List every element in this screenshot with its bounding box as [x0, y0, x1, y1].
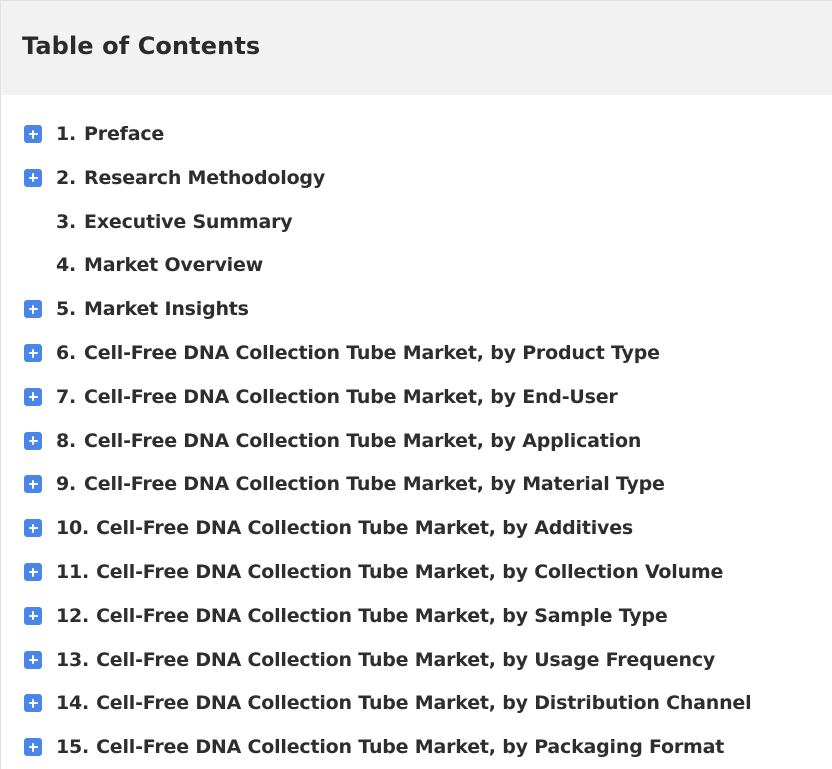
- toc-item-number: 9.: [56, 473, 77, 496]
- toc-item-label[interactable]: 11. Cell-Free DNA Collection Tube Market,…: [56, 561, 723, 583]
- toc-item-title: Cell-Free DNA Collection Tube Market, by…: [96, 648, 716, 671]
- toc-item-number: 6.: [56, 342, 77, 364]
- toc-item-number: 3.: [56, 210, 77, 233]
- toc-item-label[interactable]: 15. Cell-Free DNA Collection Tube Market,…: [56, 736, 724, 758]
- plus-square-icon[interactable]: [24, 563, 42, 581]
- plus-square-icon[interactable]: [24, 650, 42, 669]
- toc-item[interactable]: 5. Market Insights: [1, 287, 832, 331]
- toc-item-number: 2.: [56, 166, 77, 189]
- toc-item-number: 4.: [56, 254, 77, 277]
- toc-item-label[interactable]: 2. Research Methodology: [56, 167, 325, 189]
- toc-item-title: Market Insights: [84, 298, 249, 321]
- toc-item[interactable]: 12. Cell-Free DNA Collection Tube Market,…: [1, 594, 832, 638]
- toc-item-number: 5.: [56, 298, 77, 321]
- toc-item[interactable]: 9. Cell-Free DNA Collection Tube Market, …: [1, 462, 832, 506]
- plus-square-icon[interactable]: [24, 738, 42, 757]
- toc-item-number: 13.: [56, 648, 90, 671]
- toc-item-title: Cell-Free DNA Collection Tube Market, by…: [96, 561, 724, 583]
- toc-item-label[interactable]: 6. Cell-Free DNA Collection Tube Market, …: [56, 342, 660, 364]
- toc-item[interactable]: 11. Cell-Free DNA Collection Tube Market,…: [1, 550, 832, 594]
- plus-square-icon[interactable]: [24, 475, 42, 494]
- toc-item-label[interactable]: 4. Market Overview: [56, 254, 263, 276]
- toc-item-title: Cell-Free DNA Collection Tube Market, by…: [96, 692, 752, 715]
- toc-item-label[interactable]: 12. Cell-Free DNA Collection Tube Market,…: [56, 605, 668, 627]
- table-of-contents-panel: Table of Contents 1. Preface 2. Research Me…: [0, 0, 832, 769]
- toc-item-title: Market Overview: [84, 254, 263, 277]
- toc-item-number: 12.: [56, 604, 90, 627]
- toc-item[interactable]: 3. Executive Summary: [1, 200, 832, 244]
- toc-item-title: Cell-Free DNA Collection Tube Market, by…: [96, 517, 633, 540]
- toc-item-title: Executive Summary: [84, 210, 293, 233]
- plus-square-icon[interactable]: [24, 694, 42, 713]
- toc-item[interactable]: 1. Preface: [1, 112, 832, 156]
- toc-item-number: 15.: [56, 736, 90, 759]
- toc-item-label[interactable]: 7. Cell-Free DNA Collection Tube Market, …: [56, 386, 618, 408]
- toc-item-number: 10.: [56, 517, 90, 540]
- toc-item[interactable]: 2. Research Methodology: [1, 156, 832, 200]
- plus-square-icon[interactable]: [24, 125, 42, 143]
- toc-title: Table of Contents: [22, 32, 261, 60]
- toc-item-title: Cell-Free DNA Collection Tube Market, by…: [96, 736, 725, 759]
- toc-item[interactable]: 14. Cell-Free DNA Collection Tube Market,…: [1, 681, 832, 725]
- toc-item-label[interactable]: 9. Cell-Free DNA Collection Tube Market, …: [56, 473, 665, 495]
- plus-square-icon[interactable]: [24, 300, 42, 319]
- toc-item-label[interactable]: 5. Market Insights: [56, 298, 249, 320]
- toc-item-title: Cell-Free DNA Collection Tube Market, by…: [96, 604, 668, 627]
- plus-square-icon[interactable]: [24, 606, 42, 625]
- toc-item-label[interactable]: 10. Cell-Free DNA Collection Tube Market,…: [56, 517, 633, 539]
- toc-item-number: 8.: [56, 429, 77, 452]
- toc-item-title: Cell-Free DNA Collection Tube Market, by…: [84, 342, 660, 364]
- toc-item[interactable]: 6. Cell-Free DNA Collection Tube Market, …: [1, 331, 832, 375]
- toc-item-label[interactable]: 3. Executive Summary: [56, 210, 293, 233]
- toc-header: Table of Contents: [1, 1, 832, 95]
- toc-item-title: Cell-Free DNA Collection Tube Market, by…: [84, 385, 618, 408]
- toc-item[interactable]: 10. Cell-Free DNA Collection Tube Market,…: [1, 506, 832, 550]
- plus-square-icon[interactable]: [24, 387, 42, 406]
- toc-item-number: 7.: [56, 385, 77, 408]
- toc-item-title: Cell-Free DNA Collection Tube Market, by…: [84, 473, 665, 496]
- toc-item-label[interactable]: 1. Preface: [56, 123, 164, 145]
- toc-item-number: 1.: [56, 123, 77, 145]
- toc-item[interactable]: 13. Cell-Free DNA Collection Tube Market,…: [1, 638, 832, 682]
- plus-square-icon[interactable]: [24, 519, 42, 538]
- toc-item-number: 11.: [56, 561, 90, 583]
- toc-item[interactable]: 8. Cell-Free DNA Collection Tube Market, …: [1, 419, 832, 463]
- toc-item-label[interactable]: 8. Cell-Free DNA Collection Tube Market, …: [56, 430, 641, 452]
- plus-square-icon[interactable]: [24, 431, 42, 450]
- toc-item-title: Preface: [84, 123, 165, 145]
- toc-item[interactable]: 4. Market Overview: [1, 243, 832, 287]
- toc-item-number: 14.: [56, 692, 90, 715]
- plus-square-icon[interactable]: [24, 168, 42, 187]
- toc-item[interactable]: 7. Cell-Free DNA Collection Tube Market, …: [1, 375, 832, 419]
- toc-item-title: Research Methodology: [84, 166, 326, 189]
- toc-item[interactable]: 15. Cell-Free DNA Collection Tube Market,…: [1, 725, 832, 769]
- toc-item-label[interactable]: 13. Cell-Free DNA Collection Tube Market,…: [56, 649, 715, 671]
- toc-item-label[interactable]: 14. Cell-Free DNA Collection Tube Market,…: [56, 692, 752, 715]
- toc-item-title: Cell-Free DNA Collection Tube Market, by…: [84, 429, 642, 452]
- plus-square-icon[interactable]: [24, 344, 42, 362]
